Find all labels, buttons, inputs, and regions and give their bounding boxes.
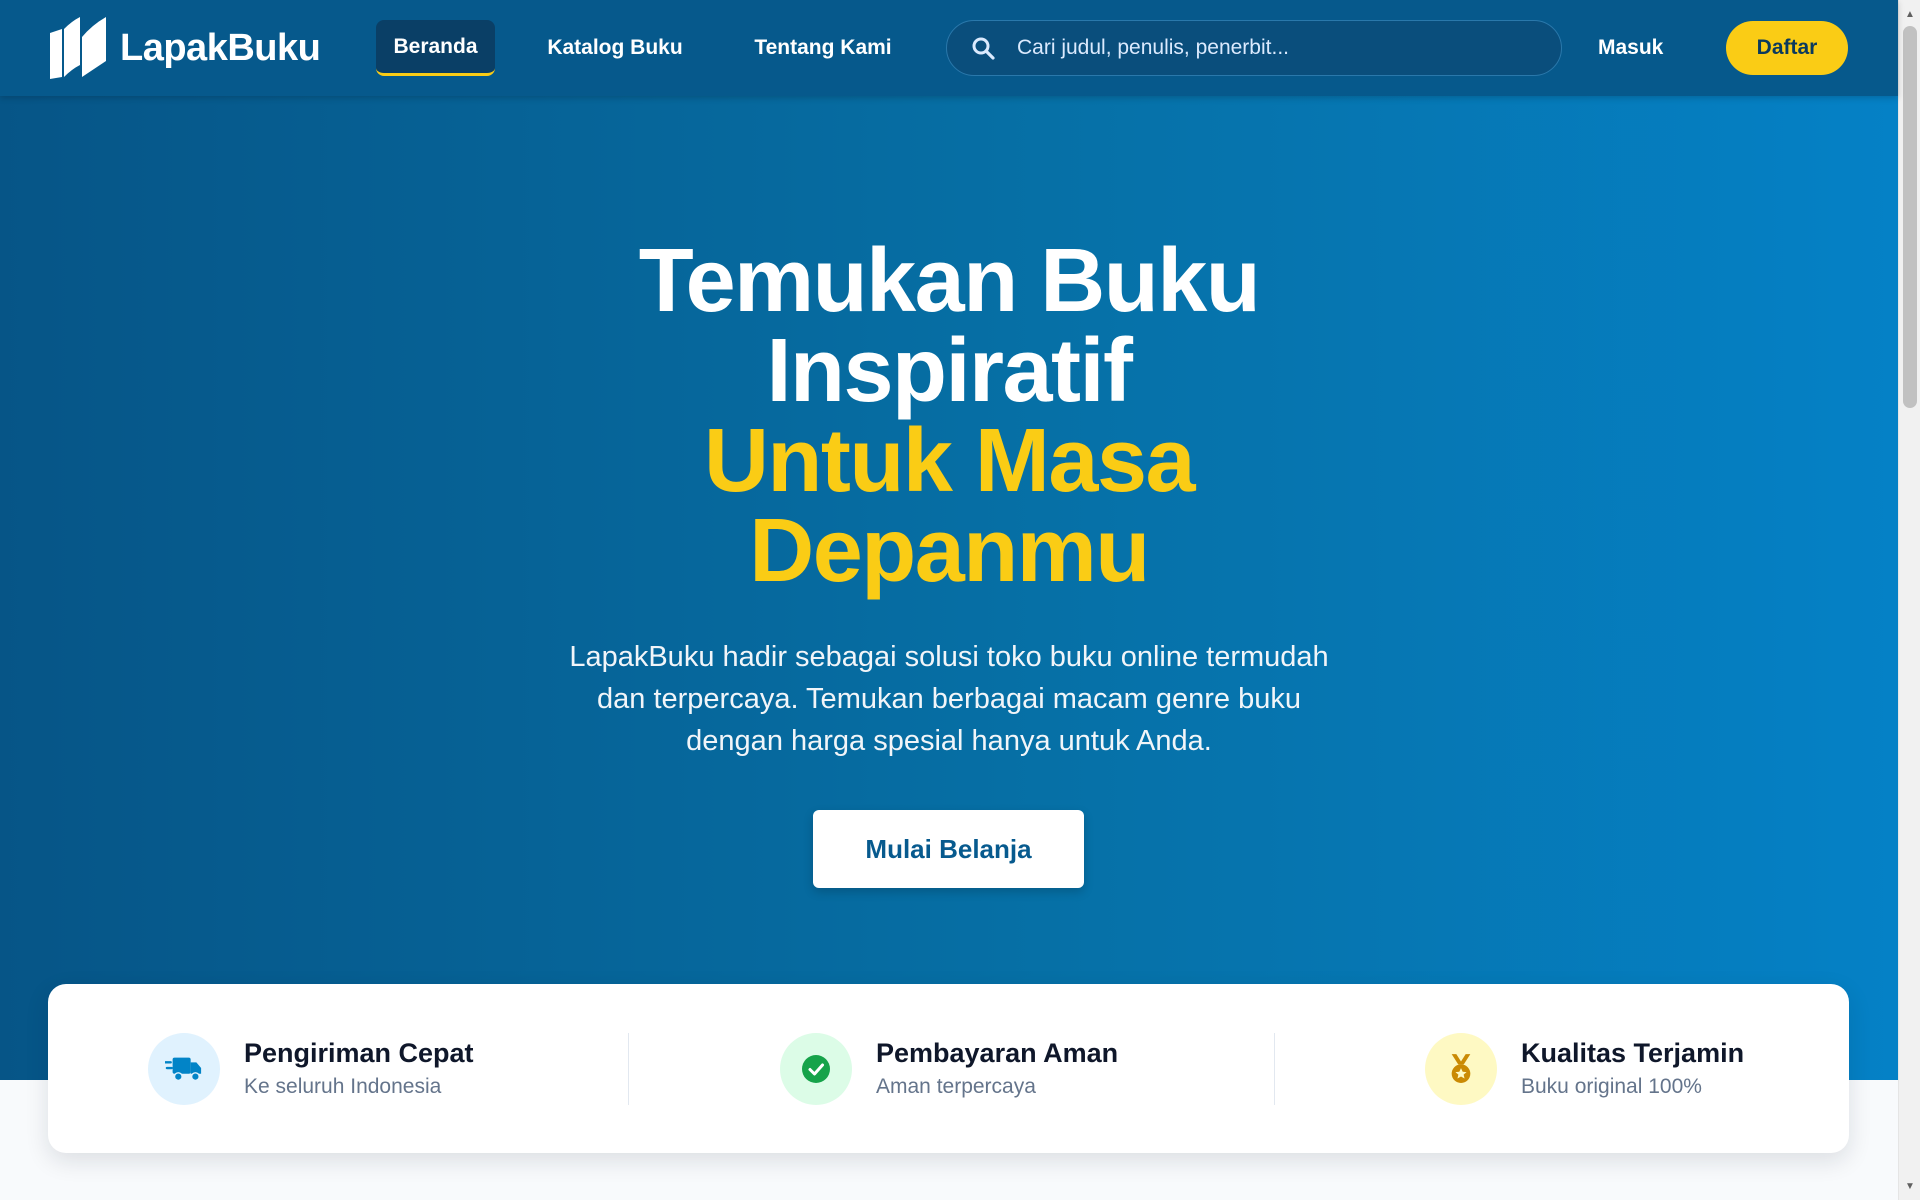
hero-title-line-2: Inspiratif [766,321,1133,421]
hero-highlight-line-2: Depanmu [749,501,1150,601]
page: LapakBuku Beranda Katalog Buku Tentang K… [0,0,1898,1200]
check-circle-icon [780,1033,852,1105]
nav-beranda[interactable]: Beranda [376,20,495,76]
feature-subtitle: Ke seluruh Indonesia [244,1075,442,1098]
feature-title: Kualitas Terjamin [1521,1038,1745,1068]
feature-divider [1274,1033,1275,1105]
feature-subtitle: Buku original 100% [1521,1075,1702,1098]
feature-divider [628,1033,629,1105]
features-card: Pengiriman Cepat Ke seluruh Indonesia Pe… [48,984,1849,1153]
search-icon [972,37,995,60]
scrollbar-thumb[interactable] [1903,26,1917,408]
hero-title-line-1: Temukan Buku [638,231,1261,331]
feature-quality-guaranteed: Kualitas Terjamin Buku original 100% [1425,1033,1744,1105]
feature-title: Pembayaran Aman [876,1038,1119,1068]
vertical-scrollbar[interactable]: ▲ ▼ [1898,0,1920,1200]
feature-title: Pengiriman Cepat [244,1038,474,1068]
start-shopping-button[interactable]: Mulai Belanja [813,810,1084,888]
search-bar [946,20,1562,76]
hero-section: Temukan Buku Inspiratif Untuk Masa Depan… [0,96,1898,1080]
hero-title: Temukan Buku Inspiratif Untuk Masa Depan… [449,236,1449,596]
medal-icon [1425,1033,1497,1105]
top-navbar: LapakBuku Beranda Katalog Buku Tentang K… [0,0,1898,96]
truck-icon [148,1033,220,1105]
scroll-up-arrow-icon[interactable]: ▲ [1899,4,1920,24]
book-logo-icon [50,17,106,79]
nav-katalog-buku[interactable]: Katalog Buku [534,20,696,76]
feature-fast-shipping: Pengiriman Cepat Ke seluruh Indonesia [148,1033,474,1105]
brand-name: LapakBuku [120,26,321,69]
feature-secure-payment: Pembayaran Aman Aman terpercaya [780,1033,1118,1105]
hero-highlight-line-1: Untuk Masa [703,411,1196,511]
hero-description: LapakBuku hadir sebagai solusi toko buku… [569,641,1329,757]
brand-logo[interactable]: LapakBuku [48,17,321,79]
register-button[interactable]: Daftar [1726,21,1848,75]
feature-subtitle: Aman terpercaya [876,1075,1036,1098]
login-link[interactable]: Masuk [1598,28,1663,68]
nav-tentang-kami[interactable]: Tentang Kami [738,20,908,76]
search-input[interactable] [1015,35,1535,61]
scroll-down-arrow-icon[interactable]: ▼ [1899,1176,1920,1196]
